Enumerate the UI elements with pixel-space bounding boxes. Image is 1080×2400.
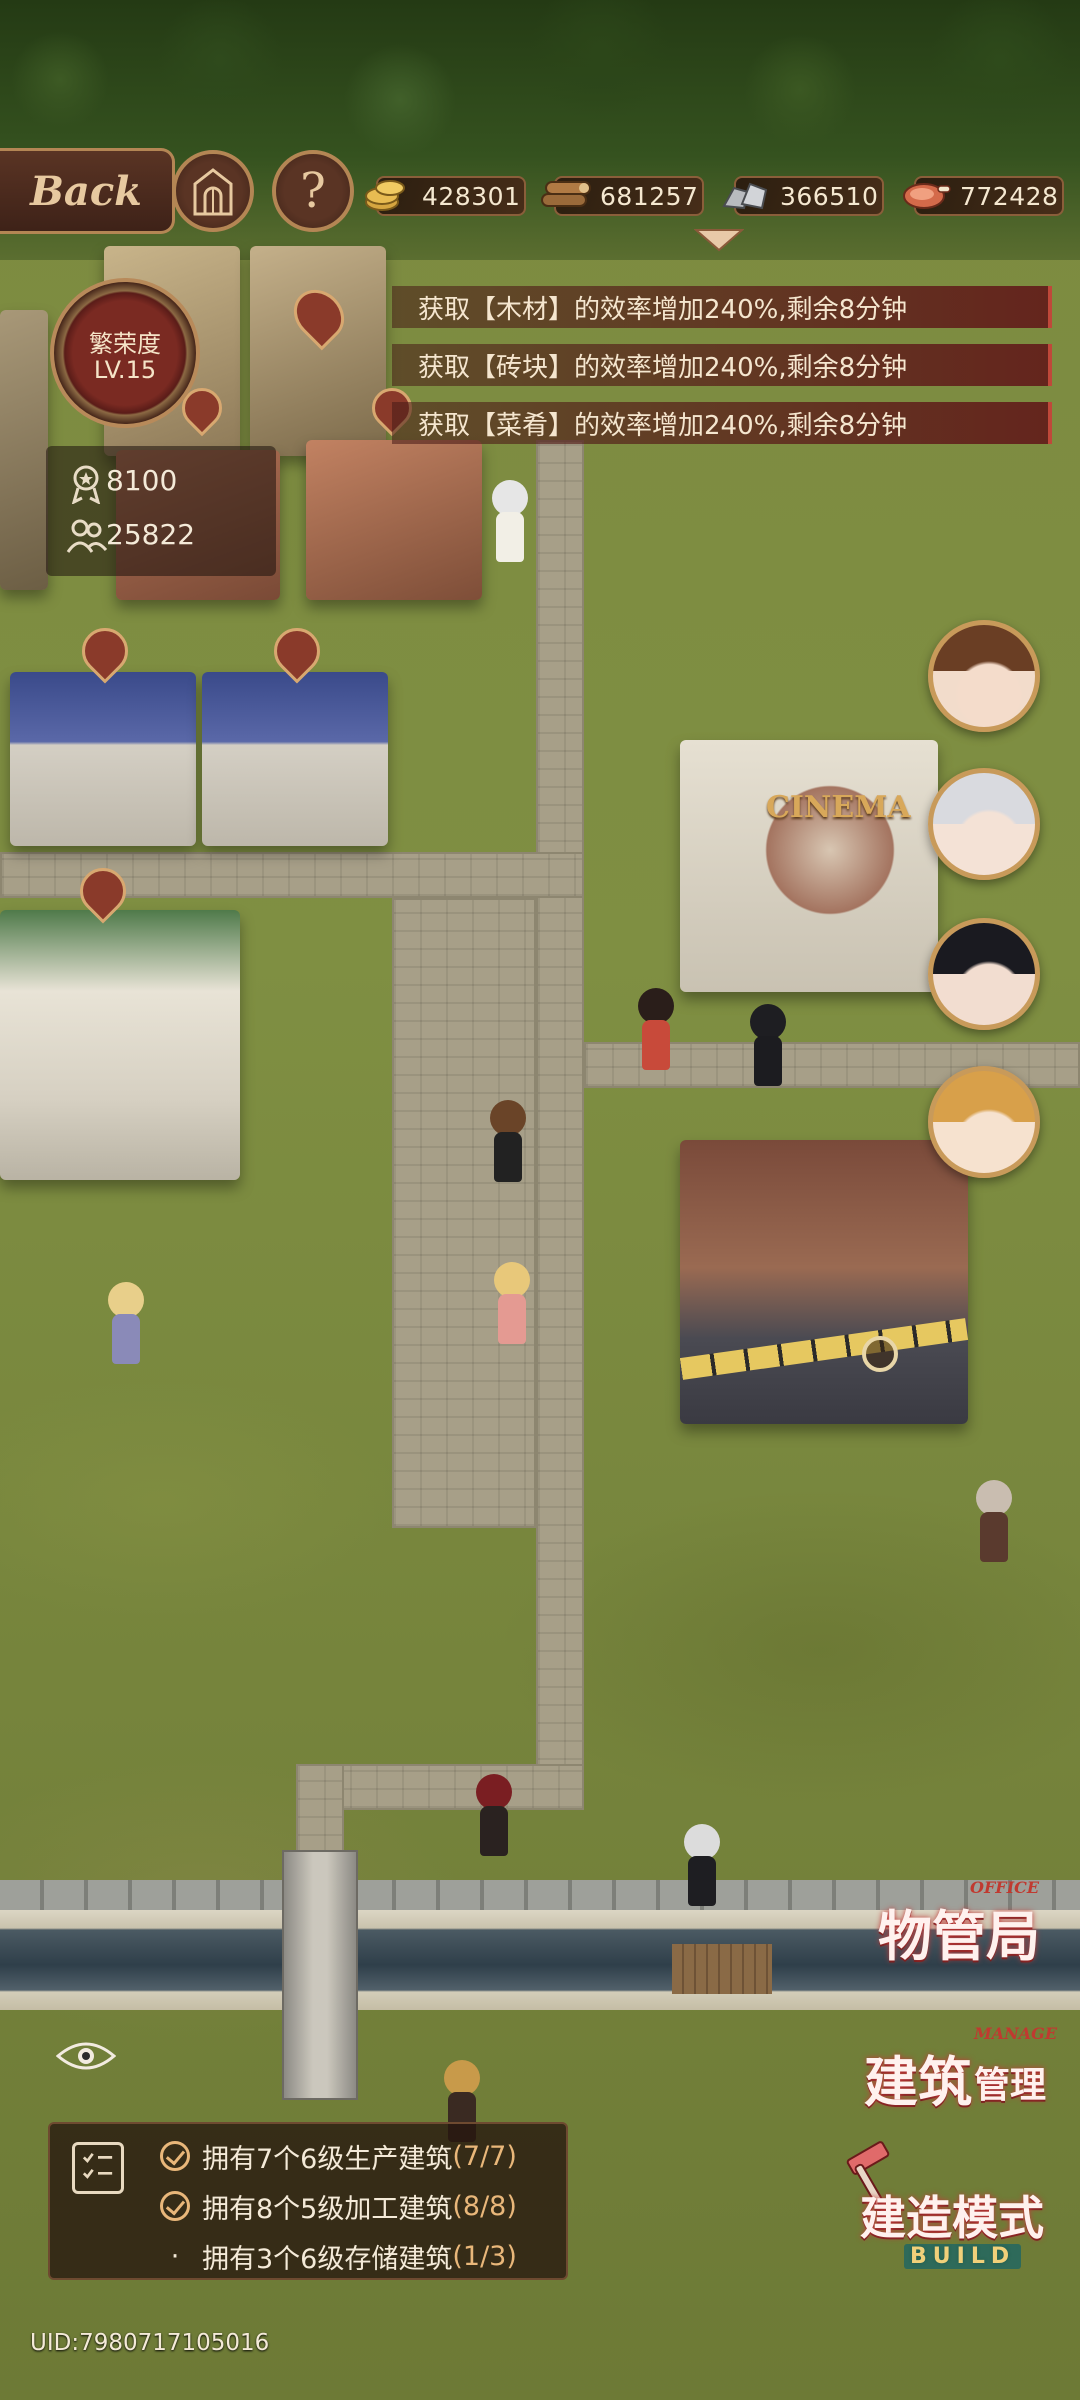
check-circle-icon xyxy=(160,2191,190,2221)
quest-progress: (1/3) xyxy=(452,2240,517,2272)
prosperity-badge[interactable]: 繁荣度 LV.15 xyxy=(50,278,200,428)
home-button[interactable] xyxy=(172,150,254,232)
help-icon: ? xyxy=(300,163,326,219)
building-manage-button[interactable]: MANAGE 建筑 管理 xyxy=(860,2024,1057,2114)
npc-white-hair-2[interactable] xyxy=(680,1824,724,1920)
buff-text: 获取【菜肴】的效率增加240%,剩余8分钟 xyxy=(418,410,908,441)
build-mode-button[interactable]: 建造模式 BUILD xyxy=(836,2140,1056,2280)
food-meat-icon xyxy=(903,183,951,209)
chevron-down-icon[interactable] xyxy=(694,228,744,252)
lumber-building-2[interactable] xyxy=(250,246,386,456)
prosperity-level: LV.15 xyxy=(93,356,157,384)
wooden-pier xyxy=(672,1944,772,1994)
gold-amount: 428301 xyxy=(422,181,521,211)
keep-out-tape xyxy=(679,1318,969,1380)
help-button[interactable]: ? xyxy=(272,150,354,232)
cinema-sign: CINEMA xyxy=(766,790,911,825)
town-stats-panel: 8100 25822 xyxy=(46,446,276,576)
quest-text: 拥有3个6级存储建筑 xyxy=(202,2243,453,2275)
eye-icon[interactable] xyxy=(56,2038,116,2074)
restaurant-2[interactable] xyxy=(202,672,388,846)
city-hall[interactable] xyxy=(0,910,240,1180)
back-button[interactable]: Back xyxy=(0,148,175,234)
reputation-value: 8100 xyxy=(106,464,178,497)
buff-banner-wood: 获取【木材】的效率增加240%,剩余8分钟 xyxy=(392,286,1052,328)
left-edge-building[interactable] xyxy=(0,310,48,590)
check-circle-icon xyxy=(160,2141,190,2171)
lock-icon xyxy=(862,1336,898,1372)
npc-hat-man[interactable] xyxy=(472,1774,516,1870)
stone-bridge xyxy=(282,1850,358,2100)
office-label: 物管局 xyxy=(878,1905,1040,1968)
manage-tag: MANAGE xyxy=(974,2024,1058,2043)
office-button[interactable]: OFFICE 物管局 xyxy=(866,1878,1046,1968)
medal-icon xyxy=(71,465,101,504)
restaurant-1[interactable] xyxy=(10,672,196,846)
npc-blonde-girl-pink[interactable] xyxy=(490,1262,534,1358)
npc-blonde-girl-purple[interactable] xyxy=(104,1282,148,1378)
population-value: 25822 xyxy=(106,518,196,551)
npc-masked[interactable] xyxy=(972,1480,1016,1576)
quest-progress: (8/8) xyxy=(452,2190,517,2222)
manage-label-big: 建筑 xyxy=(864,2051,972,2114)
castle-gate-icon xyxy=(193,168,233,216)
wood-amount: 681257 xyxy=(600,181,699,211)
character-portrait-silver-hair[interactable] xyxy=(928,768,1040,880)
quest-text: 拥有8个5级加工建筑 xyxy=(202,2193,453,2225)
character-portrait-blonde-hair[interactable] xyxy=(928,1066,1040,1178)
population-row: 25822 xyxy=(66,518,196,553)
npc-black-suit[interactable] xyxy=(746,1004,790,1100)
build-mode-label: 建造模式 xyxy=(860,2191,1044,2245)
resource-gold: 428301 xyxy=(365,176,526,216)
buff-banner-brick: 获取【砖块】的效率增加240%,剩余8分钟 xyxy=(392,344,1052,386)
stone-bricks-icon xyxy=(722,182,768,210)
resource-wood: 681257 xyxy=(541,176,704,216)
buff-text: 获取【砖块】的效率增加240%,剩余8分钟 xyxy=(418,352,908,383)
bullet-dot-icon: · xyxy=(170,2240,180,2272)
npc-girl-red[interactable] xyxy=(634,988,678,1084)
cinema[interactable]: CINEMA xyxy=(680,740,938,992)
npc-brown-hair[interactable] xyxy=(486,1100,530,1196)
resource-stone: 366510 xyxy=(722,176,884,216)
buff-text: 获取【木材】的效率增加240%,剩余8分钟 xyxy=(418,294,908,325)
food-amount: 772428 xyxy=(960,181,1059,211)
quest-progress: (7/7) xyxy=(452,2140,517,2172)
build-tag: BUILD xyxy=(904,2244,1022,2269)
stone-amount: 366510 xyxy=(780,181,879,211)
brick-house-2[interactable] xyxy=(306,440,482,600)
quest-item-production: 拥有7个6级生产建筑 (7/7) xyxy=(160,2136,517,2176)
population-icon xyxy=(66,519,108,553)
checklist-icon xyxy=(72,2142,124,2194)
plaza-walkway xyxy=(392,898,536,1528)
resource-food: 772428 xyxy=(903,176,1064,216)
reputation-row: 8100 xyxy=(68,464,178,504)
wood-logs-icon xyxy=(541,181,591,207)
gold-coins-icon xyxy=(365,180,405,211)
npc-white-hair-1[interactable] xyxy=(488,480,532,576)
quest-text: 拥有7个6级生产建筑 xyxy=(202,2143,453,2175)
character-portrait-black-hair[interactable] xyxy=(928,918,1040,1030)
prosperity-label: 繁荣度 xyxy=(89,330,161,358)
character-portrait-brown-hair[interactable] xyxy=(928,620,1040,732)
quest-panel[interactable]: 拥有7个6级生产建筑 (7/7) 拥有8个5级加工建筑 (8/8) · 拥有3个… xyxy=(48,2122,568,2280)
user-id: UID:7980717105016 xyxy=(30,2330,270,2356)
quest-item-storage: · 拥有3个6级存储建筑 (1/3) xyxy=(160,2236,517,2276)
road-vertical-main xyxy=(536,440,584,1780)
manage-label-small: 管理 xyxy=(974,2065,1047,2106)
buff-banner-dish: 获取【菜肴】的效率增加240%,剩余8分钟 xyxy=(392,402,1052,444)
locked-shop[interactable] xyxy=(679,1140,969,1424)
quest-item-processing: 拥有8个5级加工建筑 (8/8) xyxy=(160,2186,517,2226)
